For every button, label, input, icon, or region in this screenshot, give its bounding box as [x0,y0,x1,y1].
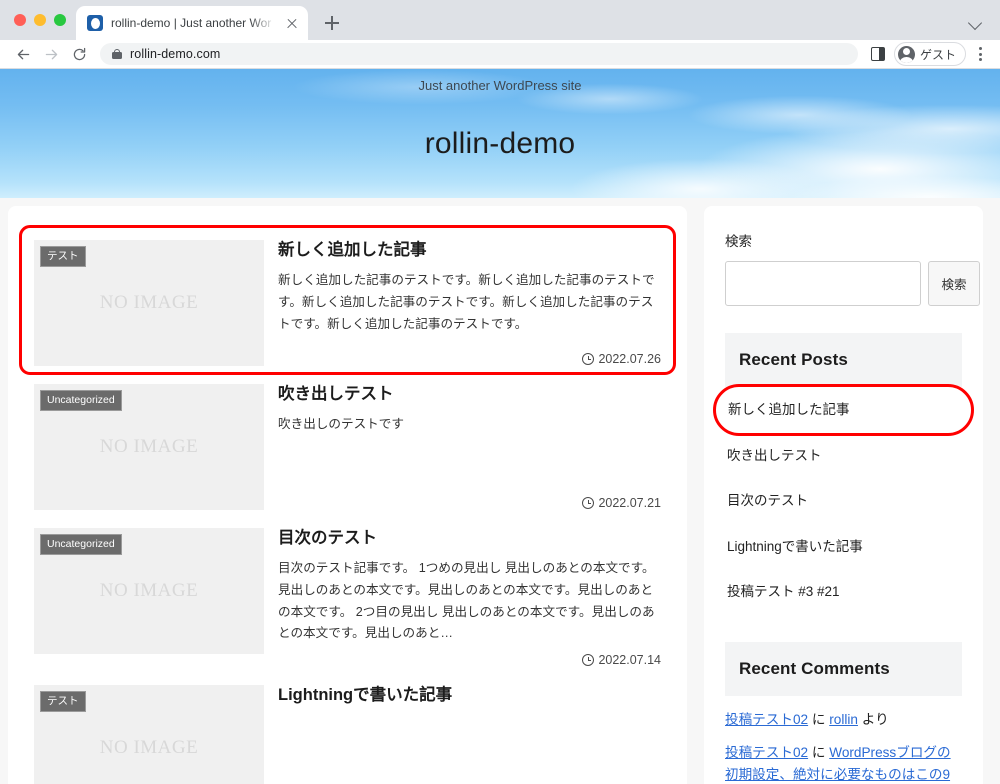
post-thumbnail[interactable]: テスト NO IMAGE [34,685,264,784]
window-controls [12,0,76,40]
category-badge[interactable]: テスト [40,691,86,712]
chevron-down-icon[interactable] [964,10,988,34]
category-badge[interactable]: Uncategorized [40,534,122,555]
category-badge[interactable]: テスト [40,246,86,267]
tab-title: rollin-demo | Just another Wor [111,16,272,30]
comment-separator: に [808,711,830,727]
category-badge[interactable]: Uncategorized [40,390,122,411]
post-excerpt: 目次のテスト記事です。 1つめの見出し 見出しのあとの本文です。見出しのあとの本… [278,561,655,641]
close-window-button[interactable] [14,14,26,26]
search-button[interactable]: 検索 [928,261,980,306]
post-excerpt [278,716,661,784]
post-card[interactable]: テスト NO IMAGE 新しく追加した記事 新しく追加した記事のテストです。新… [19,225,676,375]
comment-post-link[interactable]: 投稿テスト02 [725,712,808,727]
post-card[interactable]: Uncategorized NO IMAGE 吹き出しテスト 吹き出しのテストで… [22,372,673,516]
post-title[interactable]: Lightningで書いた記事 [278,685,661,706]
post-date-text: 2022.07.26 [598,352,661,366]
side-panel-icon[interactable] [866,42,890,66]
post-title[interactable]: 吹き出しテスト [278,384,661,405]
three-dot-menu-icon[interactable] [970,42,990,66]
recent-comment-item: 投稿テスト02 に WordPressブログの初期設定、絶対に必要なものはこの9… [725,731,962,784]
avatar [897,45,915,63]
post-date-text: 2022.07.21 [598,496,661,510]
clock-icon [582,654,595,667]
recent-posts-list: 新しく追加した記事 吹き出しテスト 目次のテスト Lightningで書いた記事… [713,384,974,615]
search-widget: 検索 [725,261,980,306]
post-date: 2022.07.26 [582,352,661,366]
post-date: 2022.07.14 [582,653,661,667]
tab-strip: rollin-demo | Just another Wor [0,0,1000,40]
search-widget-label: 検索 [725,234,752,249]
wordpress-favicon [87,15,103,31]
recent-posts-heading: Recent Posts [725,333,962,387]
forward-arrow-icon[interactable] [38,41,64,67]
post-card[interactable]: テスト NO IMAGE Lightningで書いた記事 [22,673,673,784]
comment-author-link[interactable]: rollin [829,712,858,727]
post-date: 2022.07.21 [582,496,661,510]
recent-comments-list: 投稿テスト02 に rollin より 投稿テスト02 に WordPressブ… [725,698,962,784]
site-header-banner: Just another WordPress site rollin-demo [0,69,1000,198]
recent-post-item[interactable]: 新しく追加した記事 [713,384,974,436]
browser-toolbar: rollin-demo.com ゲスト [0,40,1000,69]
profile-name: ゲスト [919,47,956,62]
post-title[interactable]: 目次のテスト [278,528,661,549]
recent-post-item[interactable]: 目次のテスト [725,478,962,524]
lock-icon [112,48,122,60]
comment-post-link[interactable]: 投稿テスト02 [725,745,808,760]
address-bar[interactable]: rollin-demo.com [100,43,858,65]
url-text: rollin-demo.com [130,47,221,61]
page-viewport: Just another WordPress site rollin-demo … [0,69,1000,784]
recent-post-item[interactable]: Lightningで書いた記事 [725,524,962,570]
post-thumbnail[interactable]: Uncategorized NO IMAGE [34,528,264,654]
profile-button[interactable]: ゲスト [893,42,966,66]
browser-window: rollin-demo | Just another Wor rollin-de… [0,0,1000,784]
post-body: Lightningで書いた記事 [278,685,661,784]
post-thumbnail[interactable]: テスト NO IMAGE [34,240,264,366]
no-image-placeholder: NO IMAGE [99,292,199,313]
post-card[interactable]: Uncategorized NO IMAGE 目次のテスト 目次のテスト記事です… [22,516,673,673]
comment-suffix: より [857,711,889,727]
close-icon[interactable] [284,15,300,31]
post-body: 目次のテスト 目次のテスト記事です。 1つめの見出し 見出しのあとの本文です。見… [278,528,661,667]
recent-post-item[interactable]: 吹き出しテスト [725,433,962,479]
no-image-placeholder: NO IMAGE [99,737,199,759]
sidebar: 検索 検索 Recent Posts 新しく追加した記事 吹き出しテスト 目次の… [704,206,983,784]
no-image-placeholder: NO IMAGE [99,580,199,601]
post-excerpt: 新しく追加した記事のテストです。新しく追加した記事のテストです。新しく追加した記… [278,273,655,331]
site-title[interactable]: rollin-demo [0,127,1000,161]
post-title[interactable]: 新しく追加した記事 [278,240,661,261]
clock-icon [582,353,595,365]
browser-tab[interactable]: rollin-demo | Just another Wor [76,6,308,40]
site-tagline: Just another WordPress site [418,78,582,93]
post-thumbnail[interactable]: Uncategorized NO IMAGE [34,384,264,510]
post-excerpt: 吹き出しのテストです [278,417,404,432]
toolbar-right-actions: ゲスト [866,42,990,66]
clock-icon [582,497,595,509]
recent-post-item[interactable]: 投稿テスト #3 #21 [725,569,962,615]
minimize-window-button[interactable] [34,14,46,26]
page-body: テスト NO IMAGE 新しく追加した記事 新しく追加した記事のテストです。新… [0,198,1000,784]
new-tab-button[interactable] [318,9,346,37]
post-body: 吹き出しテスト 吹き出しのテストです 2022.07.21 [278,384,661,510]
post-list-panel: テスト NO IMAGE 新しく追加した記事 新しく追加した記事のテストです。新… [8,206,687,784]
comment-separator: に [808,744,830,760]
back-arrow-icon[interactable] [10,41,36,67]
post-date-text: 2022.07.14 [598,653,661,668]
maximize-window-button[interactable] [54,14,66,26]
no-image-placeholder: NO IMAGE [99,436,199,457]
post-body: 新しく追加した記事 新しく追加した記事のテストです。新しく追加した記事のテストで… [278,240,661,366]
recent-comments-heading: Recent Comments [725,641,962,696]
search-input[interactable] [725,261,921,306]
recent-comment-item: 投稿テスト02 に rollin より [725,698,962,731]
reload-icon[interactable] [66,41,92,67]
